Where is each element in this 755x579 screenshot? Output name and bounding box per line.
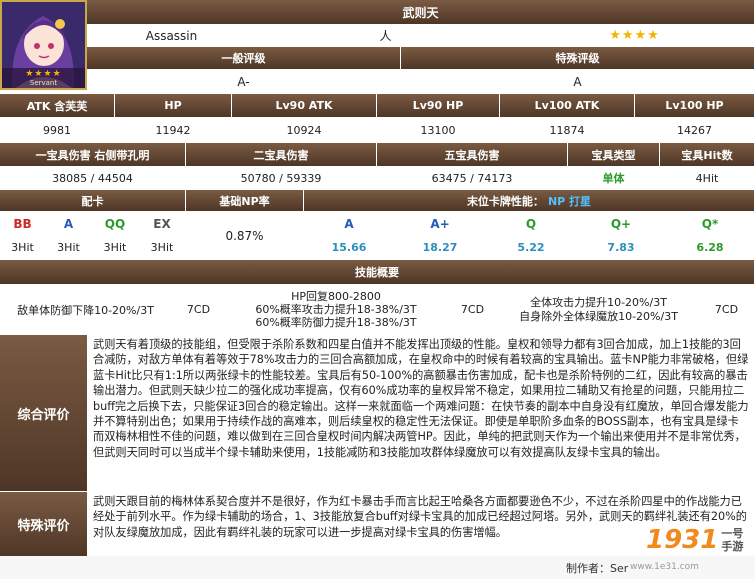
stats-value-row: 9981 11942 10924 13100 11874 14267 [0, 118, 755, 143]
site-logo: 1931 一号 手游 [646, 505, 751, 575]
portrait-label: Servant [29, 79, 58, 87]
stat-atk: 9981 [0, 118, 115, 143]
np-rate-spacer [186, 236, 304, 260]
np-type-header: 宝具类型 [568, 143, 660, 167]
ratings-value-row: A- A [87, 70, 755, 94]
perf-q-value: 5.22 [486, 236, 577, 260]
general-rating-value: A- [87, 70, 401, 94]
np5-value: 63475 / 74173 [377, 167, 568, 190]
servant-sheet: ★★★★ Servant 武则天 Assassin 人 ★★★★ 一般评级 特殊… [0, 0, 755, 579]
logo-number: 1931 [646, 525, 719, 555]
skills-header-row: 技能概要 [0, 260, 755, 285]
overall-label: 综合评价 [0, 335, 87, 491]
skill-2-text: HP回复800-2800 60%概率攻击力提升18-38%/3T 60%概率防御… [226, 285, 447, 335]
stat-header-hp: HP [115, 94, 232, 118]
card-perf-header: 末位卡牌性能： NP 打星 [304, 190, 755, 212]
cards-hit-row: 3Hit 3Hit 3Hit 3Hit 15.66 18.27 5.22 7.8… [0, 236, 755, 260]
skill-2-line-2: 60%概率攻击力提升18-38%/3T [255, 303, 417, 316]
skill-2-cd: 7CD [447, 285, 499, 335]
stat-header-lv90-hp: Lv90 HP [377, 94, 500, 118]
skills-header: 技能概要 [0, 260, 755, 285]
np-rate-header: 基础NP率 [186, 190, 304, 212]
stats-header-row: ATK 含芙芙 HP Lv90 ATK Lv90 HP Lv100 ATK Lv… [0, 94, 755, 118]
general-rating-label: 一般评级 [87, 47, 401, 70]
stat-lv100-atk: 11874 [500, 118, 635, 143]
servant-stars: ★★★★ [515, 25, 755, 47]
perf-qplus-label: Q+ [577, 212, 666, 236]
ratings-header-row: 一般评级 特殊评级 [87, 47, 755, 70]
skill-3-cd: 7CD [699, 285, 755, 335]
perf-a-value: 15.66 [304, 236, 395, 260]
logo-sub: 一号 手游 [721, 527, 743, 553]
perf-aplus-value: 18.27 [395, 236, 486, 260]
servant-attribute: 人 [257, 25, 515, 47]
np2-header: 二宝具伤害 [186, 143, 377, 167]
logo-sub-1: 一号 [721, 527, 744, 540]
footer: 制作者：Ser www.1e31.com [0, 556, 755, 579]
card-perf-np: NP 打星 [547, 194, 592, 208]
stat-lv90-atk: 10924 [232, 118, 377, 143]
np1-value: 38085 / 44504 [0, 167, 186, 190]
np-hits-value: 4Hit [660, 167, 755, 190]
stat-header-lv100-hp: Lv100 HP [635, 94, 755, 118]
author-label: 制作者： [566, 562, 610, 575]
skill-3-line-2: 自身除外全体绿魔放10-20%/3T [519, 309, 678, 323]
card-ex-hits: 3Hit [139, 236, 186, 260]
author-name: Ser [610, 562, 629, 575]
stat-header-lv100-atk: Lv100 ATK [500, 94, 635, 118]
skill-2-line-1: HP回复800-2800 [291, 290, 381, 303]
portrait-caption: ★★★★ Servant [2, 68, 85, 88]
perf-a-label: A [304, 212, 395, 236]
special-rating-label: 特殊评级 [401, 47, 755, 70]
perf-qplus-value: 7.83 [577, 236, 666, 260]
card-a-hits: 3Hit [46, 236, 92, 260]
special-rating-value: A [401, 70, 755, 94]
np-hits-header: 宝具Hit数 [660, 143, 755, 167]
perf-qstar-label: Q* [666, 212, 755, 236]
servant-name: 武则天 [87, 0, 755, 25]
stat-header-lv90-atk: Lv90 ATK [232, 94, 377, 118]
portrait-stars: ★★★★ [25, 69, 62, 79]
card-bb-hits: 3Hit [0, 236, 46, 260]
np5-header: 五宝具伤害 [377, 143, 568, 167]
stat-header-atk: ATK 含芙芙 [0, 94, 115, 118]
card-perf-label: 末位卡牌性能： [466, 194, 544, 208]
servant-class: Assassin [87, 25, 257, 47]
np-type-value: 单体 [568, 167, 660, 190]
card-a: A [46, 212, 92, 236]
np-header-row: 一宝具伤害 右侧带孔明 二宝具伤害 五宝具伤害 宝具类型 宝具Hit数 [0, 143, 755, 167]
cards-header-row: 配卡 基础NP率 末位卡牌性能： NP 打星 [0, 190, 755, 212]
info-row: Assassin 人 ★★★★ [87, 25, 755, 47]
card-ex: EX [139, 212, 186, 236]
perf-q-label: Q [486, 212, 577, 236]
stat-lv90-hp: 13100 [377, 118, 500, 143]
card-bb: BB [0, 212, 46, 236]
np-value-row: 38085 / 44504 50780 / 59339 63475 / 7417… [0, 167, 755, 190]
skill-1-text: 敌单体防御下降10-20%/3T [0, 285, 172, 335]
skills-row: 敌单体防御下降10-20%/3T 7CD HP回复800-2800 60%概率攻… [0, 285, 755, 335]
servant-portrait: ★★★★ Servant [0, 0, 87, 90]
skill-3-line-1: 全体攻击力提升10-20%/3T [530, 295, 667, 309]
cards-header: 配卡 [0, 190, 186, 212]
special-label: 特殊评价 [0, 492, 87, 556]
author-block: 制作者：Ser [566, 560, 628, 576]
skill-1-cd: 7CD [172, 285, 226, 335]
stat-hp: 11942 [115, 118, 232, 143]
np2-value: 50780 / 59339 [186, 167, 377, 190]
skill-2-line-3: 60%概率防御力提升18-38%/3T [255, 316, 417, 329]
perf-qstar-value: 6.28 [666, 236, 755, 260]
perf-aplus-label: A+ [395, 212, 486, 236]
stat-lv100-hp: 14267 [635, 118, 755, 143]
overall-text: 武则天有着顶级的技能组，但受限于杀阶系数和四星白值并不能发挥出顶级的性能。皇权和… [87, 335, 755, 491]
card-qq: QQ [92, 212, 139, 236]
logo-sub-2: 手游 [721, 540, 744, 553]
rarity-stars: ★★★★ [609, 28, 660, 43]
card-qq-hits: 3Hit [92, 236, 139, 260]
skill-3-text: 全体攻击力提升10-20%/3T 自身除外全体绿魔放10-20%/3T [499, 285, 699, 335]
np1-header: 一宝具伤害 右侧带孔明 [0, 143, 186, 167]
name-row: 武则天 [87, 0, 755, 25]
